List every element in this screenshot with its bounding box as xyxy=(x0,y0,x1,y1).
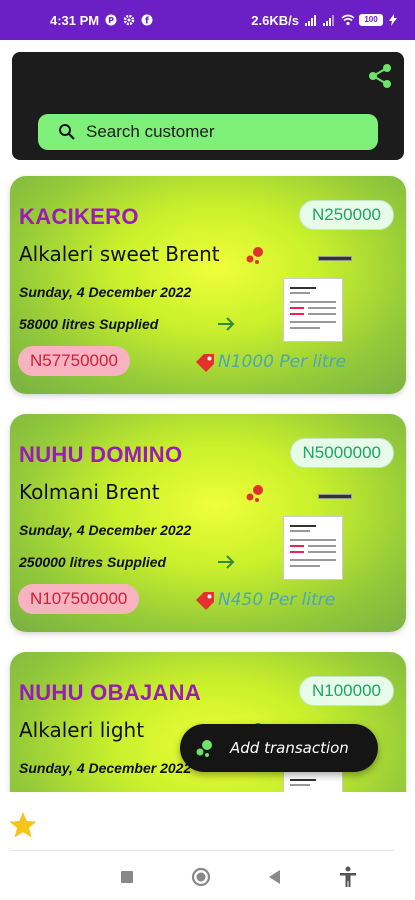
product-name: Alkaleri sweet Brent xyxy=(19,242,220,266)
arrow-right-icon[interactable] xyxy=(216,314,236,334)
divider-bar xyxy=(318,256,352,261)
litres-supplied: 58000 litres Supplied xyxy=(19,316,159,332)
amount-badge: N57750000 xyxy=(18,346,130,376)
divider-bar xyxy=(318,494,352,499)
wifi-icon xyxy=(341,14,355,26)
recent-apps-icon[interactable] xyxy=(115,865,139,889)
arrow-right-icon[interactable] xyxy=(216,552,236,572)
customer-card[interactable]: NUHU DOMINO N5000000 Kolmani Brent Sunda… xyxy=(10,414,406,632)
price-per-litre: N450 Per litre xyxy=(218,590,336,610)
system-nav-bar xyxy=(0,854,415,900)
battery-icon: 100 xyxy=(359,14,383,26)
product-name: Kolmani Brent xyxy=(19,480,160,504)
settings-gear-icon xyxy=(123,14,135,26)
price-tag-icon xyxy=(194,352,216,374)
bubbles-icon xyxy=(244,484,266,504)
back-icon[interactable] xyxy=(262,865,286,889)
facebook-icon: f xyxy=(141,14,153,27)
total-badge: N100000 xyxy=(298,676,394,706)
add-transaction-button[interactable]: Add transaction xyxy=(180,724,378,772)
divider xyxy=(10,850,394,851)
svg-text:f: f xyxy=(145,17,149,27)
charging-icon xyxy=(389,14,401,26)
price-per-litre: N1000 Per litre xyxy=(218,352,347,372)
star-icon[interactable] xyxy=(8,810,38,840)
home-icon[interactable] xyxy=(189,865,213,889)
status-time: 4:31 PM xyxy=(50,12,100,28)
customer-card[interactable]: KACIKERO N250000 Alkaleri sweet Brent Su… xyxy=(10,176,406,394)
add-transaction-label: Add transaction xyxy=(230,739,349,757)
customer-name: NUHU DOMINO xyxy=(19,442,183,467)
bottom-bar xyxy=(0,792,415,900)
litres-supplied: 250000 litres Supplied xyxy=(19,554,167,570)
bubbles-icon xyxy=(244,246,266,266)
total-badge: N5000000 xyxy=(289,438,394,468)
accessibility-icon[interactable] xyxy=(336,865,360,889)
app-notification-icon: P xyxy=(105,14,117,26)
search-input[interactable]: Search customer xyxy=(38,114,378,150)
total-badge: N250000 xyxy=(298,200,394,230)
product-name: Alkaleri light xyxy=(19,718,145,742)
status-bar: 4:31 PM P f 2.6KB/s 100 xyxy=(0,0,415,40)
transaction-date: Sunday, 4 December 2022 xyxy=(19,760,192,776)
signal-icon-2 xyxy=(323,14,335,26)
transaction-date: Sunday, 4 December 2022 xyxy=(19,522,192,538)
receipt-thumbnail[interactable] xyxy=(283,516,343,580)
customer-name: NUHU OBAJANA xyxy=(19,680,202,705)
price-tag-icon xyxy=(194,590,216,612)
signal-icon xyxy=(305,14,317,26)
search-icon xyxy=(59,124,75,140)
share-icon[interactable] xyxy=(366,62,394,90)
amount-badge: N107500000 xyxy=(18,584,140,614)
transaction-date: Sunday, 4 December 2022 xyxy=(19,284,192,300)
receipt-thumbnail[interactable] xyxy=(283,278,343,342)
search-placeholder: Search customer xyxy=(86,122,215,141)
header-panel: Search customer xyxy=(12,52,404,160)
svg-text:P: P xyxy=(108,16,114,25)
customer-name: KACIKERO xyxy=(19,204,139,229)
bubbles-icon xyxy=(196,740,212,757)
network-speed: 2.6KB/s xyxy=(251,12,299,28)
